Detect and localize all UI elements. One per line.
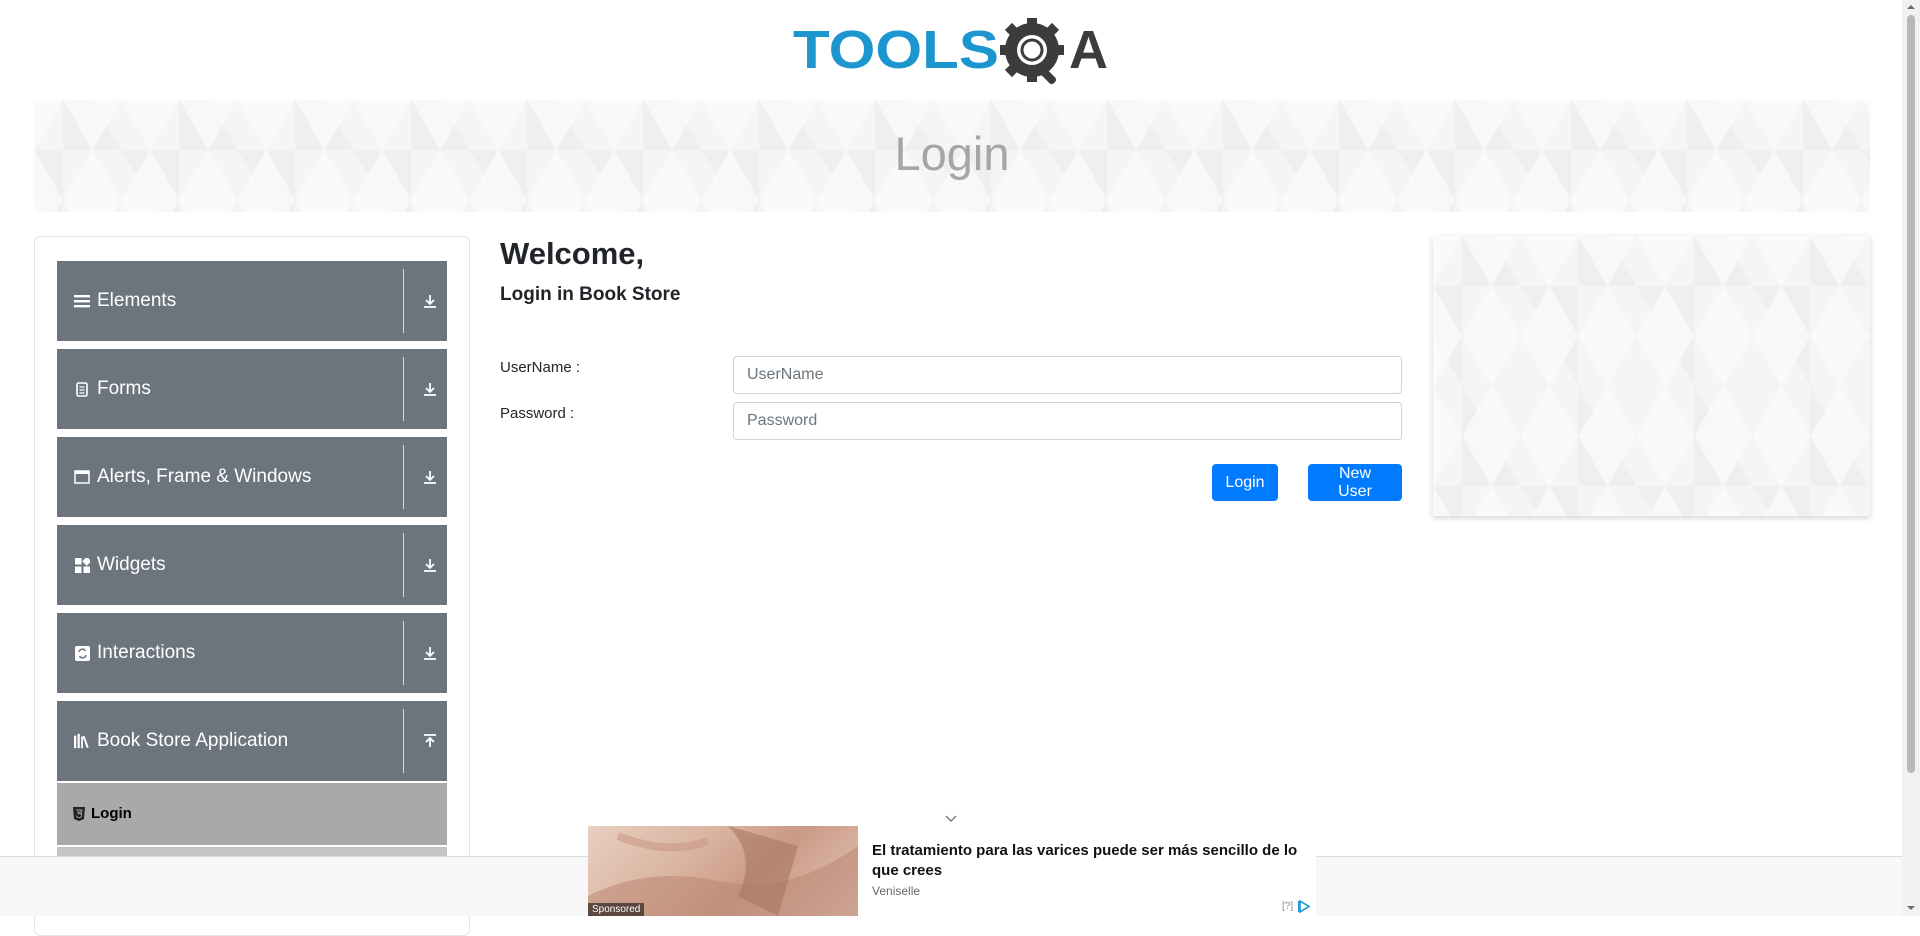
divider — [403, 357, 404, 421]
username-input[interactable] — [733, 356, 1402, 394]
welcome-heading: Welcome, — [500, 236, 645, 271]
sidebar-group-label: Book Store Application — [97, 730, 289, 751]
chevron-down-icon[interactable] — [943, 810, 959, 826]
books-icon — [74, 733, 90, 749]
expand-icon[interactable] — [412, 437, 447, 517]
logo-text-tools: TOOLS — [793, 20, 999, 80]
sponsored-label: Sponsored — [588, 903, 645, 916]
adchoices-icon[interactable] — [1298, 899, 1312, 914]
ad-image[interactable]: Sponsored — [588, 826, 858, 916]
window-icon — [74, 469, 90, 485]
widgets-icon — [74, 557, 90, 573]
username-label: UserName : — [500, 359, 581, 376]
password-label: Password : — [500, 405, 575, 422]
toolsqa-logo[interactable]: TOOLS A — [793, 14, 1115, 90]
sidebar-item-login[interactable]: Login — [57, 783, 447, 845]
sidebar-group-label: Forms — [97, 378, 151, 399]
sidebar-group-label: Elements — [97, 290, 177, 311]
sidebar-item-label: Login — [91, 805, 132, 822]
ad-info-link[interactable]: [?] — [1282, 901, 1293, 912]
page-title: Login — [894, 127, 1010, 180]
scroll-up-icon[interactable] — [1906, 2, 1916, 12]
sidebar-group-alerts[interactable]: Alerts, Frame & Windows — [57, 437, 447, 517]
login-subheading: Login in Book Store — [500, 284, 681, 305]
divider — [403, 621, 404, 685]
side-ad-placeholder — [1433, 236, 1870, 516]
expand-icon[interactable] — [412, 613, 447, 693]
sidebar-group-widgets[interactable]: Widgets — [57, 525, 447, 605]
scroll-down-icon[interactable] — [1906, 903, 1916, 913]
sidebar-group-label: Alerts, Frame & Windows — [97, 466, 312, 487]
expand-icon[interactable] — [412, 261, 447, 341]
divider — [403, 269, 404, 333]
login-button[interactable]: Login — [1212, 464, 1278, 501]
bottom-ad[interactable]: Sponsored El tratamiento para las varice… — [588, 826, 1316, 916]
sidebar-group-elements[interactable]: Elements — [57, 261, 447, 341]
list-icon — [74, 293, 90, 309]
interactions-icon — [74, 645, 90, 661]
sidebar: Elements Forms Alerts, Frame & Windows W… — [34, 236, 470, 936]
ad-source[interactable]: Veniselle — [872, 884, 920, 898]
sidebar-group-label: Widgets — [97, 554, 166, 575]
divider — [403, 533, 404, 597]
new-user-button[interactable]: New User — [1308, 464, 1402, 501]
sidebar-group-forms[interactable]: Forms — [57, 349, 447, 429]
sidebar-group-label: Interactions — [97, 642, 196, 663]
ad-headline[interactable]: El tratamiento para las varices puede se… — [872, 841, 1312, 881]
scroll-thumb[interactable] — [1907, 15, 1915, 773]
password-input[interactable] — [733, 402, 1402, 440]
page-banner: Login — [34, 100, 1870, 212]
divider — [403, 709, 404, 773]
page-scrollbar[interactable] — [1902, 0, 1920, 916]
sidebar-group-interactions[interactable]: Interactions — [57, 613, 447, 693]
sidebar-group-bookstore[interactable]: Book Store Application — [57, 701, 447, 781]
html-icon — [73, 807, 85, 821]
expand-icon[interactable] — [412, 525, 447, 605]
form-icon — [74, 381, 90, 397]
gear-magnifier-icon — [1000, 18, 1064, 85]
divider — [403, 445, 404, 509]
collapse-icon[interactable] — [412, 701, 447, 781]
expand-icon[interactable] — [412, 349, 447, 429]
logo-text-a: A — [1069, 20, 1108, 80]
